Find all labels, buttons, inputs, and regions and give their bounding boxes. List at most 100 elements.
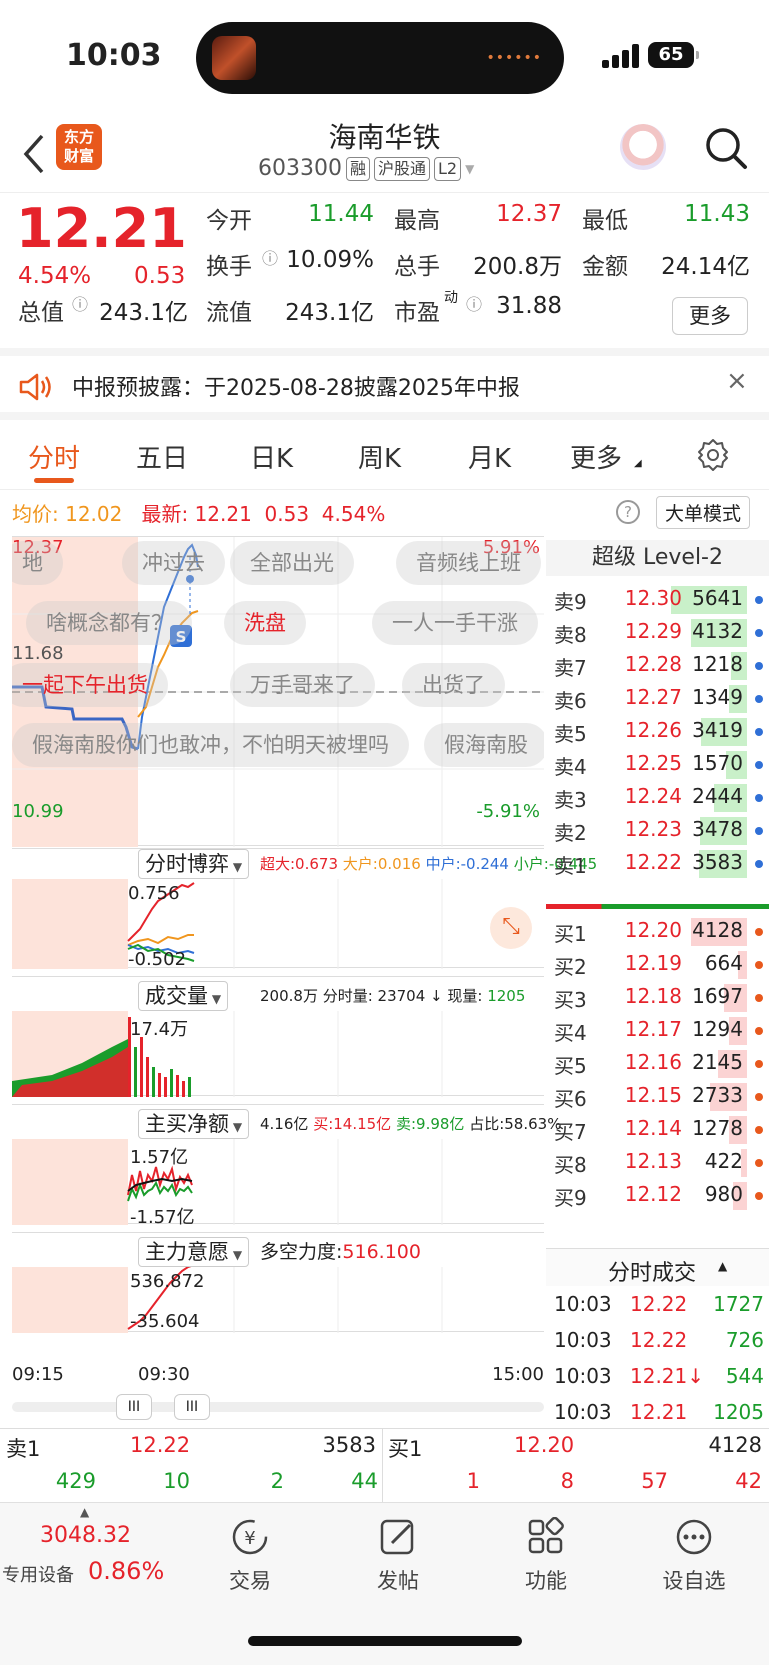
comment-bubble[interactable]: 全部出光 — [230, 541, 354, 585]
buy-row[interactable]: 买4 12.17 1294 — [546, 1013, 769, 1047]
game-pane[interactable]: 分时博弈 超大:0.673 大户:0.016 中户:-0.244 小户:-0.4… — [12, 848, 597, 970]
tab-functions-label: 功能 — [525, 1569, 567, 1593]
net-buy-pane[interactable]: 主买净额 4.16亿 买:14.15亿 卖:9.98亿 占比:58.63% 1.… — [12, 1104, 561, 1228]
price-pane[interactable]: S 12.37 5.91% 11.68 10.99 -5.91% 地冲过去 全部出… — [12, 536, 544, 847]
robot-assistant-icon[interactable] — [620, 124, 666, 170]
pe-superscript: 动 — [444, 290, 458, 306]
sell-row[interactable]: 卖1 12.22 3583 — [546, 846, 769, 880]
buy-level: 买7 — [554, 1120, 587, 1144]
intraday-chart-area[interactable]: S 12.37 5.91% 11.68 10.99 -5.91% 地冲过去 全部出… — [12, 536, 597, 1420]
status-dot — [755, 827, 763, 835]
expand-icon[interactable]: ⤡ — [490, 907, 532, 949]
trade-price: 12.22 — [630, 1292, 688, 1316]
sell-volume: 3419 — [692, 718, 743, 742]
comment-bubble[interactable]: 一人一手干涨 — [372, 601, 538, 645]
tab-post-label: 发帖 — [377, 1569, 419, 1593]
comment-bubble[interactable]: 万手哥来了 — [230, 663, 375, 707]
net-buy-dropdown[interactable]: 主买净额 — [138, 1109, 250, 1139]
order-split-value: 10 — [163, 1469, 190, 1493]
comment-bubble[interactable]: 地 — [12, 541, 63, 585]
game-super: 超大:0.673 — [260, 855, 338, 873]
sell-row[interactable]: 卖6 12.27 1349 — [546, 681, 769, 715]
sell-row[interactable]: 卖4 12.25 1570 — [546, 747, 769, 781]
buy-row[interactable]: 买7 12.14 1278 — [546, 1112, 769, 1146]
current-price: 12.21 — [16, 197, 187, 260]
buy-row[interactable]: 买8 12.13 422 — [546, 1145, 769, 1179]
trades-header[interactable]: 分时成交 ▲ — [546, 1248, 769, 1286]
order-balance-bar — [546, 904, 769, 909]
more-button[interactable]: 更多 — [672, 297, 748, 335]
comment-bubble[interactable]: 假海南股 — [424, 723, 544, 767]
status-dot — [755, 1159, 763, 1167]
comment-bubble[interactable]: 出货了 — [402, 663, 505, 707]
sell-level: 卖6 — [554, 689, 587, 713]
sell-row[interactable]: 卖7 12.28 1218 — [546, 648, 769, 682]
comment-bubble[interactable]: 假海南股你们也敢冲，不怕明天被埋吗 — [12, 723, 409, 767]
buy-level: 买5 — [554, 1054, 587, 1078]
tab-post[interactable]: 发帖 — [348, 1517, 448, 1595]
sell-price: 12.27 — [624, 685, 682, 709]
notice-banner[interactable]: 中报预披露：于2025-08-28披露2025年中报 × — [0, 348, 769, 420]
volume-pane[interactable]: 成交量 200.8万 分时量: 23704 ↓ 现量: 1205 17.4万 — [12, 976, 544, 1097]
tab-five-day[interactable]: 五日 — [136, 438, 188, 475]
close-icon[interactable]: × — [726, 366, 748, 396]
sell-volume: 1570 — [692, 751, 743, 775]
sell-row[interactable]: 卖2 12.23 3478 — [546, 813, 769, 847]
tab-trade[interactable]: ¥ 交易 — [200, 1517, 300, 1595]
comment-bubble[interactable]: 洗盘 — [224, 601, 306, 645]
buy-price: 12.18 — [624, 984, 682, 1008]
index-label[interactable]: 专用设备 — [2, 1561, 74, 1587]
sell-row[interactable]: 卖9 12.30 5641 — [546, 582, 769, 616]
help-icon[interactable]: ? — [616, 500, 640, 524]
buy-row[interactable]: 买3 12.18 1697 — [546, 980, 769, 1014]
comment-bubble[interactable]: 音频线上班 — [396, 541, 541, 585]
buy-price: 12.13 — [624, 1149, 682, 1173]
gear-icon[interactable] — [696, 438, 730, 472]
buy-row[interactable]: 买9 12.12 980 — [546, 1178, 769, 1212]
comment-bubble[interactable]: 一起下午出货 — [12, 663, 168, 707]
trade-row: 10:03 12.21↓ 544 — [554, 1364, 764, 1398]
volume-dropdown[interactable]: 成交量 — [138, 981, 229, 1011]
comment-bubble[interactable]: 冲过去 — [122, 541, 225, 585]
range-handle-left[interactable]: III — [116, 1394, 152, 1420]
sell-row[interactable]: 卖8 12.29 4132 — [546, 615, 769, 649]
buy-row[interactable]: 买2 12.19 664 — [546, 947, 769, 981]
order-split-value: 57 — [641, 1469, 668, 1493]
sell-volume: 2444 — [692, 784, 743, 808]
range-handle-right[interactable]: III — [174, 1394, 210, 1420]
main-will-label: 多空力度: — [260, 1241, 343, 1263]
buy-row[interactable]: 买5 12.16 2145 — [546, 1046, 769, 1080]
info-dots-icon[interactable]: ⓘ — [262, 245, 278, 269]
buy-row[interactable]: 买6 12.15 2733 — [546, 1079, 769, 1113]
low-value: 11.43 — [684, 201, 750, 227]
buy-row[interactable]: 买1 12.20 4128 — [546, 914, 769, 948]
tab-add-watchlist[interactable]: 设自选 — [644, 1517, 744, 1595]
sell-row[interactable]: 卖3 12.24 2444 — [546, 780, 769, 814]
main-will-dropdown[interactable]: 主力意愿 — [138, 1237, 250, 1267]
tab-functions[interactable]: 功能 — [496, 1517, 596, 1595]
buy-level: 买4 — [554, 1021, 587, 1045]
chevron-down-icon[interactable]: ▼ — [465, 162, 474, 176]
tab-more[interactable]: 更多 — [570, 438, 622, 475]
bottom-sell-label: 卖1 — [6, 1437, 41, 1461]
sell-row[interactable]: 卖5 12.26 3419 — [546, 714, 769, 748]
comment-bubble[interactable]: 啥概念都有？ — [26, 601, 192, 645]
mcap-label: 总值 — [18, 300, 64, 326]
time-scrollbar[interactable] — [12, 1402, 544, 1412]
buy-price: 12.12 — [624, 1182, 682, 1206]
tab-monthly-k[interactable]: 月K — [468, 438, 511, 475]
index-value[interactable]: 3048.32 — [40, 1523, 131, 1548]
tab-weekly-k[interactable]: 周K — [358, 438, 401, 475]
info-dots-icon[interactable]: ⓘ — [72, 291, 88, 315]
volume-info-text: 200.8万 分时量: 23704 ↓ 现量: — [260, 987, 483, 1005]
main-will-pane[interactable]: 主力意愿 多空力度:516.100 536.872 -35.604 — [12, 1232, 544, 1333]
search-icon[interactable] — [704, 126, 748, 170]
tab-intraday[interactable]: 分时 — [28, 438, 80, 475]
sell-level: 卖8 — [554, 623, 587, 647]
game-dropdown[interactable]: 分时博弈 — [138, 849, 250, 879]
big-order-mode-button[interactable]: 大单模式 — [656, 496, 751, 529]
index-pct[interactable]: 0.86% — [88, 1557, 164, 1585]
amount-label: 金额 — [582, 254, 628, 280]
order-split-value: 1 — [466, 1469, 480, 1493]
tab-daily-k[interactable]: 日K — [250, 438, 293, 475]
